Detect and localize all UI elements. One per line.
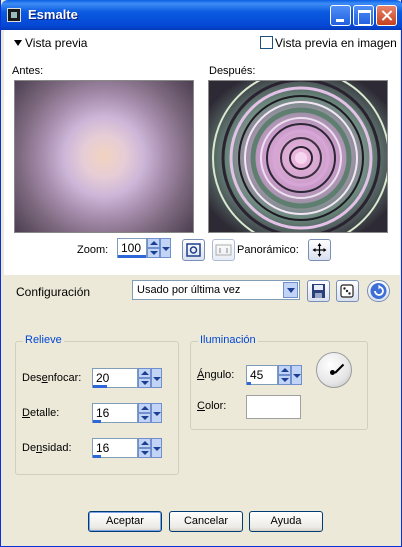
- density-label: Densidad:: [22, 442, 72, 454]
- density-label-post: sidad:: [42, 442, 72, 454]
- color-label: Color:: [197, 400, 226, 412]
- collapse-arrow-icon[interactable]: [14, 40, 22, 46]
- image-preview-checkbox[interactable]: [260, 36, 273, 49]
- spin-up-icon[interactable]: [138, 403, 151, 413]
- density-spinner[interactable]: [138, 438, 162, 458]
- dial-center: [330, 370, 335, 375]
- detail-label: Detalle:: [22, 407, 59, 419]
- image-preview-label: Vista previa en imagen: [275, 36, 397, 50]
- actual-size-button[interactable]: [212, 239, 235, 261]
- dropdown-arrow-icon[interactable]: [291, 365, 302, 385]
- angle-value-bar: [247, 382, 251, 385]
- angle-label: Ángulo:: [197, 369, 234, 381]
- blur-label: Desenfocar:: [22, 372, 81, 384]
- dice-icon: [340, 284, 354, 298]
- spin-up-icon[interactable]: [138, 438, 151, 448]
- enamel-effect-graphic: [209, 81, 387, 232]
- blur-value-bar: [93, 385, 107, 388]
- dropdown-arrow-icon[interactable]: [151, 368, 162, 388]
- spin-up-icon[interactable]: [138, 368, 151, 378]
- title-bar[interactable]: Esmalte: [1, 0, 402, 30]
- app-icon[interactable]: [7, 8, 21, 22]
- preset-select-value: Usado por última vez: [137, 284, 241, 296]
- detail-value-bar: [93, 420, 101, 423]
- config-label: Configuración: [16, 285, 91, 299]
- save-icon: [312, 284, 325, 298]
- zoom-value-bar: [118, 255, 146, 258]
- spin-up-icon[interactable]: [147, 238, 160, 248]
- zoom-fit-button[interactable]: [182, 239, 205, 261]
- angle-spinner[interactable]: [278, 365, 302, 385]
- dropdown-arrow-icon[interactable]: [151, 403, 162, 423]
- move-icon: [312, 243, 327, 257]
- panoramic-label: Panorámico:: [237, 244, 299, 256]
- spin-down-icon[interactable]: [147, 248, 160, 258]
- lighting-group-title: Iluminación: [198, 334, 258, 346]
- minimize-icon[interactable]: [330, 5, 351, 26]
- spin-down-icon[interactable]: [278, 375, 291, 385]
- color-swatch[interactable]: [246, 395, 301, 419]
- ok-button[interactable]: Aceptar: [88, 511, 162, 532]
- window-title: Esmalte: [28, 7, 78, 22]
- help-button[interactable]: Ayuda: [249, 511, 323, 532]
- blur-label-pre: Des: [22, 372, 42, 384]
- save-preset-button[interactable]: [307, 280, 330, 302]
- detail-spinner[interactable]: [138, 403, 162, 423]
- dropdown-arrow-icon[interactable]: [151, 438, 162, 458]
- after-preview-image[interactable]: [208, 80, 388, 233]
- before-label: Antes:: [12, 65, 44, 77]
- pan-button[interactable]: [308, 239, 331, 261]
- actual-size-icon: [215, 244, 232, 256]
- zoom-spinner[interactable]: [147, 238, 171, 258]
- detail-label-accel: D: [22, 407, 30, 419]
- reset-icon: [370, 283, 387, 299]
- color-label-post: olor:: [204, 400, 227, 412]
- color-label-accel: C: [197, 400, 205, 412]
- spin-up-icon[interactable]: [278, 365, 291, 375]
- dialog-window: Esmalte Vista previa Vista previa en ima…: [0, 0, 402, 547]
- before-preview-image[interactable]: [14, 80, 194, 233]
- cancel-button[interactable]: Cancelar: [169, 511, 243, 532]
- density-label-pre: De: [22, 442, 37, 454]
- maximize-icon[interactable]: [353, 5, 374, 26]
- close-icon[interactable]: [376, 5, 397, 26]
- randomize-button[interactable]: [336, 280, 359, 302]
- reset-button[interactable]: [367, 280, 390, 302]
- angle-dial[interactable]: [316, 352, 352, 388]
- relief-group-title: Relieve: [23, 334, 64, 346]
- spin-down-icon[interactable]: [138, 378, 151, 388]
- blur-label-post: nfocar:: [47, 372, 82, 384]
- angle-label-post: ngulo:: [204, 369, 235, 381]
- spin-down-icon[interactable]: [138, 413, 151, 423]
- preset-select[interactable]: Usado por última vez: [132, 280, 300, 300]
- dial-needle: [334, 363, 345, 374]
- zoom-fit-icon: [186, 243, 201, 257]
- density-value-bar: [93, 455, 101, 458]
- detail-label-post: etalle:: [29, 407, 60, 419]
- spin-down-icon[interactable]: [138, 448, 151, 458]
- after-label: Después:: [209, 65, 256, 77]
- dropdown-arrow-icon[interactable]: [160, 238, 171, 258]
- preview-toggle[interactable]: Vista previa: [25, 36, 87, 50]
- blur-spinner[interactable]: [138, 368, 162, 388]
- chevron-down-icon[interactable]: [283, 282, 298, 298]
- zoom-label: Zoom:: [77, 244, 109, 256]
